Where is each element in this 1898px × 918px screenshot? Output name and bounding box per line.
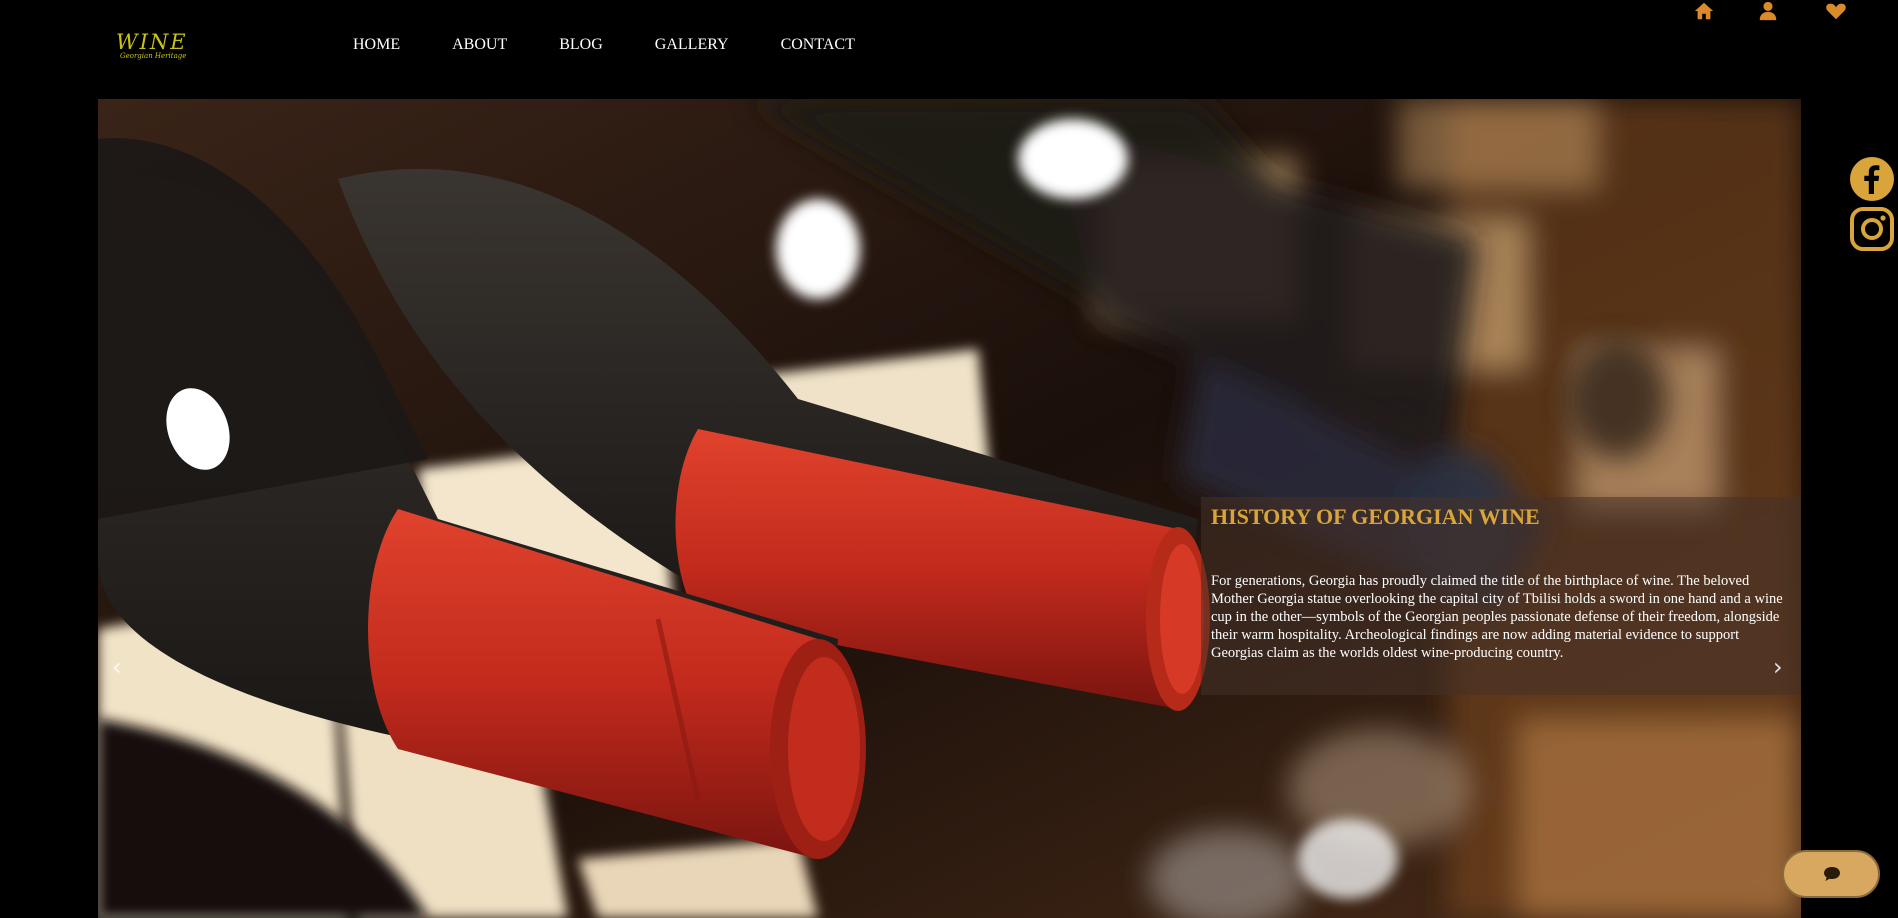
nav-gallery[interactable]: GALLERY	[655, 35, 729, 55]
site-logo[interactable]: WINE Georgian Heritage	[114, 30, 194, 64]
facebook-icon[interactable]	[1849, 156, 1895, 207]
slider-next-arrow[interactable]: ›	[1773, 655, 1783, 679]
slide-title: HISTORY OF GEORGIAN WINE	[1211, 504, 1540, 529]
nav-contact[interactable]: CONTACT	[781, 35, 855, 55]
hero-slider: HISTORY OF GEORGIAN WINE For generations…	[98, 99, 1801, 918]
slide-caption: HISTORY OF GEORGIAN WINE For generations…	[1201, 497, 1801, 695]
nav-about[interactable]: ABOUT	[452, 35, 507, 55]
logo-text: WINE	[116, 30, 188, 54]
heart-icon[interactable]	[1825, 0, 1847, 22]
chat-icon	[1824, 867, 1840, 881]
logo-subtext: Georgian Heritage	[120, 52, 187, 60]
slider-prev-arrow[interactable]: ‹	[112, 655, 122, 679]
main-nav: HOME ABOUT BLOG GALLERY CONTACT	[353, 35, 855, 55]
nav-blog[interactable]: BLOG	[559, 35, 603, 55]
slide-body: For generations, Georgia has proudly cla…	[1211, 573, 1783, 661]
home-icon[interactable]	[1693, 0, 1715, 22]
chat-button[interactable]	[1782, 850, 1880, 898]
nav-home[interactable]: HOME	[353, 35, 400, 55]
user-icon[interactable]	[1757, 0, 1779, 22]
page: WINE Georgian Heritage HOME ABOUT BLOG G…	[0, 0, 1898, 918]
instagram-icon[interactable]	[1849, 206, 1895, 257]
site-header: WINE Georgian Heritage HOME ABOUT BLOG G…	[0, 0, 1898, 96]
